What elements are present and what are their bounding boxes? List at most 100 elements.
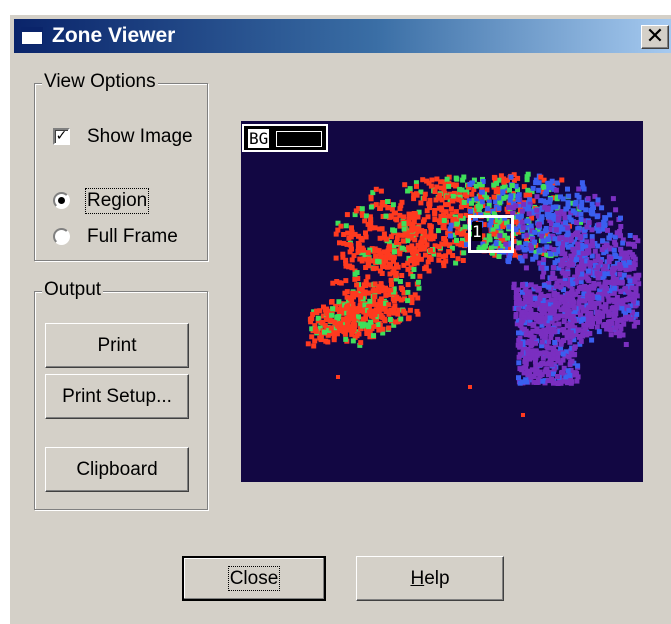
zone-pixel xyxy=(436,228,441,234)
zone-pixel xyxy=(524,177,530,183)
zone-pixel xyxy=(551,292,557,298)
zone-pixel xyxy=(389,206,395,212)
zone-pixel xyxy=(552,328,558,334)
zone-pixel xyxy=(412,237,418,243)
zone-pixel xyxy=(578,284,584,290)
zone-pixel xyxy=(401,308,407,314)
zone-pixel xyxy=(562,273,568,279)
show-image-label[interactable]: Show Image xyxy=(87,126,193,148)
zone-pixel xyxy=(574,220,580,225)
zone-pixel xyxy=(441,186,447,192)
close-button[interactable]: Close xyxy=(182,556,326,601)
region-label[interactable]: Region xyxy=(84,188,150,214)
zone-pixel xyxy=(521,201,527,207)
zone-pixel xyxy=(624,253,630,259)
zone-pixel xyxy=(317,308,323,314)
zone-pixel xyxy=(536,187,542,193)
zone-pixel xyxy=(541,198,547,204)
zone-pixel xyxy=(520,282,526,287)
zone-pixel xyxy=(428,232,434,238)
full-frame-label[interactable]: Full Frame xyxy=(87,226,178,248)
zone-pixel xyxy=(343,336,349,342)
zone-pixel xyxy=(462,224,468,230)
zone-pixel xyxy=(588,315,594,321)
zone-pixel xyxy=(537,221,542,227)
zone-pixel xyxy=(347,263,353,269)
zone-pixel xyxy=(454,230,460,236)
zone-pixel xyxy=(349,225,354,231)
zone-pixel xyxy=(552,340,558,345)
output-label: Output xyxy=(42,279,104,301)
zone-pixel xyxy=(334,279,340,284)
help-rest: elp xyxy=(424,567,450,589)
zone-pixel xyxy=(596,222,602,228)
zone-pixel xyxy=(338,280,344,286)
zone-pixel xyxy=(436,244,442,250)
zone-pixel xyxy=(537,295,543,301)
zone-pixel xyxy=(414,183,419,189)
zone-pixel xyxy=(578,234,584,240)
zone-pixel xyxy=(613,311,619,317)
zone-pixel xyxy=(542,369,548,375)
zone-image-panel[interactable]: BG 1 xyxy=(241,121,643,482)
region-radio[interactable] xyxy=(53,192,70,209)
zone-pixel xyxy=(550,356,556,362)
zone-pixel xyxy=(540,355,546,361)
bg-zone-label[interactable]: BG xyxy=(242,124,328,152)
zone-pixel xyxy=(378,314,384,320)
zone-pixel xyxy=(568,253,574,259)
zone-pixel xyxy=(525,306,531,312)
zone-pixel xyxy=(589,337,595,343)
zone-pixel xyxy=(507,187,512,193)
zone-pixel xyxy=(546,361,552,367)
zone-pixel xyxy=(358,340,364,346)
zone-pixel xyxy=(610,196,616,202)
zone-1-label[interactable]: 1 xyxy=(468,215,514,253)
print-setup-button[interactable]: Print Setup... xyxy=(45,374,189,419)
zone-pixel xyxy=(383,292,389,298)
zone-pixel xyxy=(608,332,614,338)
zone-pixel xyxy=(599,314,605,320)
close-icon[interactable]: ✕ xyxy=(641,25,669,49)
title-bar[interactable]: Zone Viewer ✕ xyxy=(14,19,671,53)
zone-pixel xyxy=(561,211,567,216)
zone-pixel xyxy=(432,217,438,222)
print-button[interactable]: Print xyxy=(45,323,189,368)
zone-pixel xyxy=(546,284,552,290)
zone-pixel xyxy=(585,268,591,274)
zone-pixel xyxy=(580,307,586,313)
zone-pixel xyxy=(570,262,576,268)
zone-pixel xyxy=(406,211,412,217)
show-image-checkbox[interactable]: ✓ xyxy=(53,128,70,145)
zone-pixel xyxy=(399,199,405,205)
zone-pixel xyxy=(623,316,629,322)
zone-pixel xyxy=(336,375,340,379)
zone-pixel xyxy=(391,309,396,315)
full-frame-radio[interactable] xyxy=(53,228,70,245)
clipboard-button[interactable]: Clipboard xyxy=(45,447,189,492)
zone-pixel xyxy=(586,220,592,226)
zone-image[interactable] xyxy=(241,121,643,482)
zone-pixel xyxy=(589,234,595,240)
zone-pixel xyxy=(586,278,592,284)
help-button-label: Help xyxy=(410,568,449,589)
help-button[interactable]: Help xyxy=(356,556,504,601)
zone-pixel xyxy=(506,259,512,265)
zone-pixel xyxy=(523,332,529,338)
zone-pixel xyxy=(575,270,581,276)
zone-pixel xyxy=(377,235,383,241)
zone-pixel xyxy=(596,329,602,335)
zone-pixel xyxy=(395,311,401,317)
zone-pixel xyxy=(613,325,619,331)
zone-pixel xyxy=(492,175,498,181)
zone-pixel xyxy=(513,290,519,296)
zone-pixel xyxy=(353,291,359,297)
zone-pixel xyxy=(350,301,356,307)
zone-pixel xyxy=(308,319,314,325)
zone-pixel xyxy=(347,242,353,248)
zone-pixel xyxy=(383,236,389,242)
zone-pixel xyxy=(576,194,582,200)
zone-pixel xyxy=(359,258,365,264)
zone-pixel xyxy=(527,297,533,303)
zone-pixel xyxy=(368,196,374,202)
